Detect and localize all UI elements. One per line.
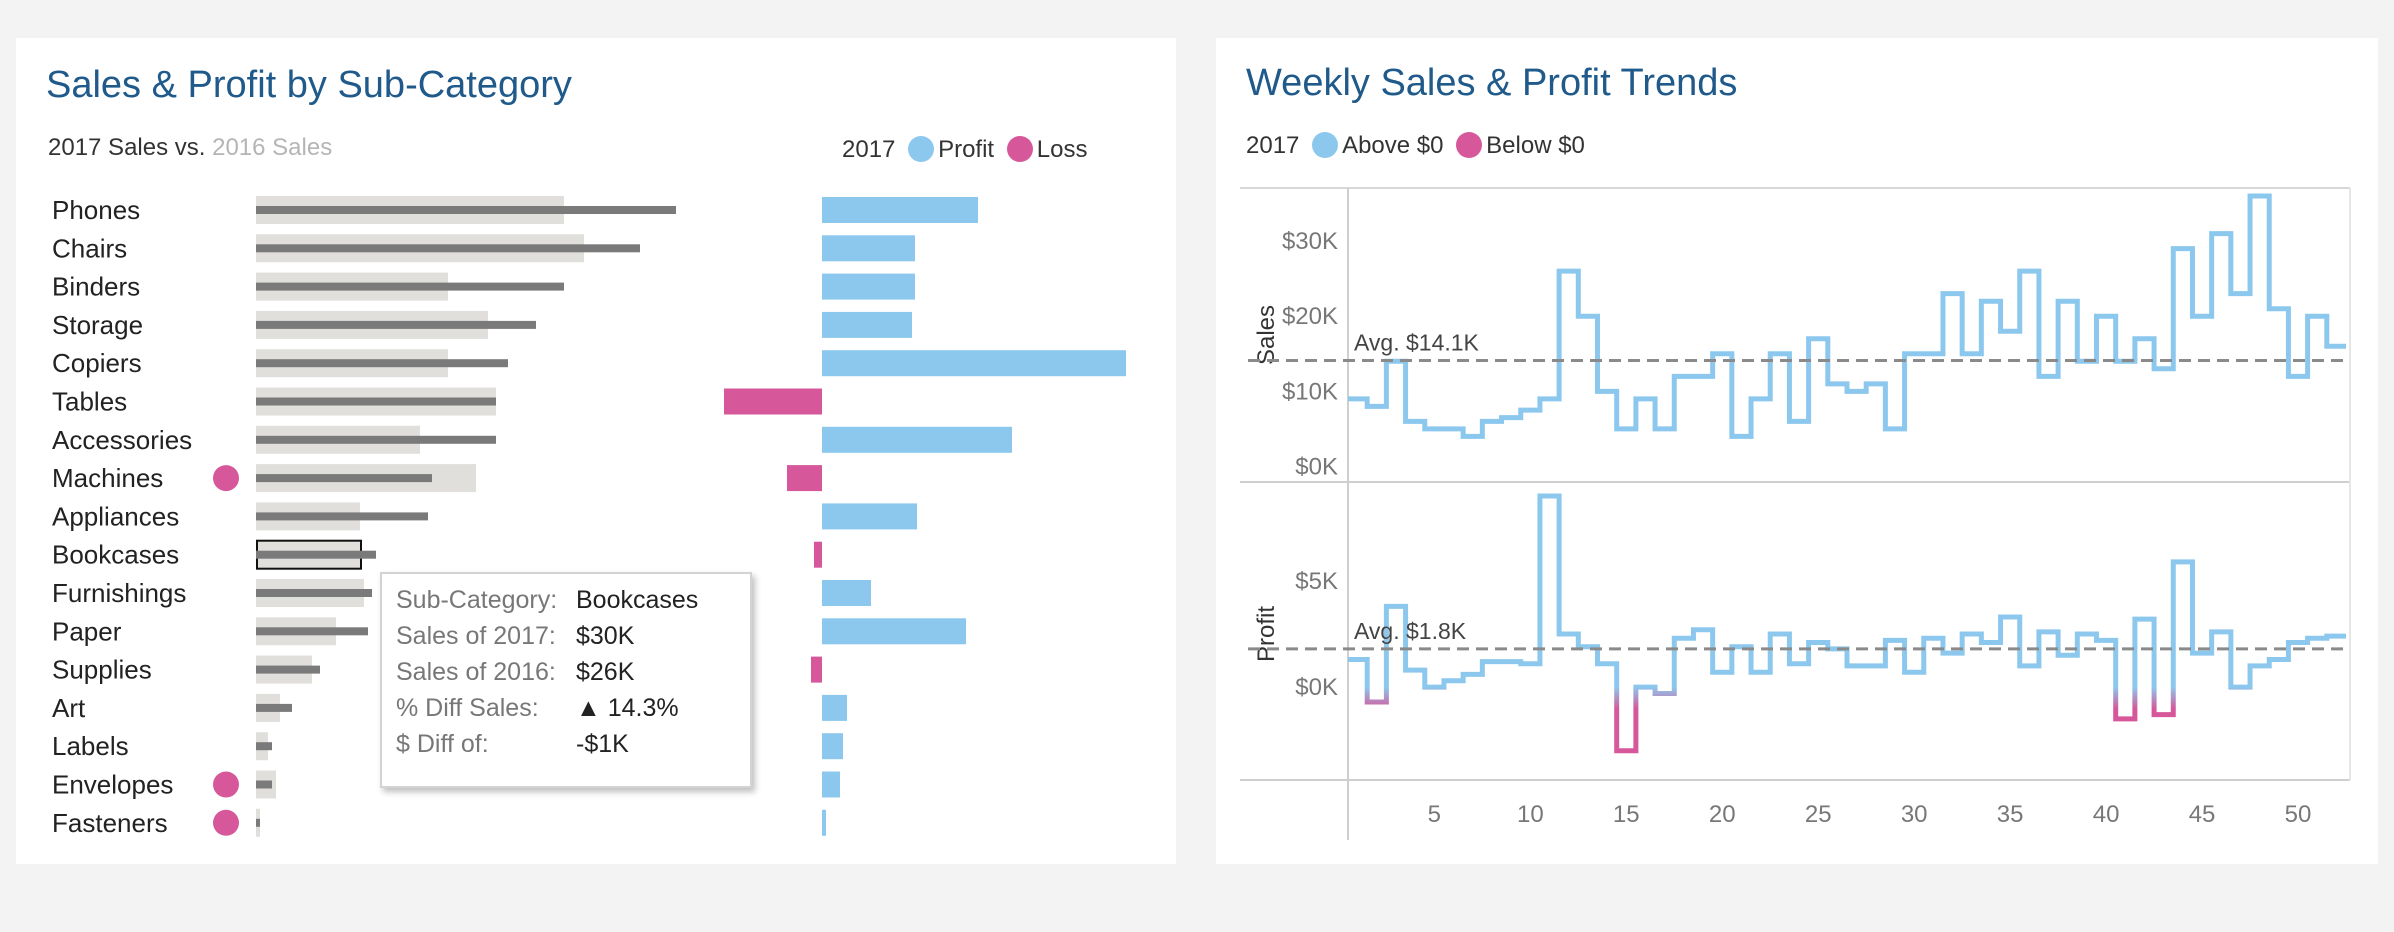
x-tick-label: 5 <box>1428 801 1441 828</box>
loss-bar <box>787 465 822 492</box>
loss-bar <box>811 656 822 683</box>
category-label: Labels <box>52 731 129 761</box>
profit-bar <box>822 809 826 836</box>
category-label: Paper <box>52 616 122 646</box>
tooltip-row: Sales of 2016: $26K <box>396 658 635 686</box>
category-label: Tables <box>52 387 127 417</box>
profit-bar <box>822 197 978 223</box>
profit-bar <box>822 426 1012 453</box>
loss-bar <box>814 541 822 568</box>
x-tick-label: 20 <box>1709 801 1736 828</box>
profit-bar <box>822 503 917 530</box>
sales-2017-bar <box>256 282 564 291</box>
sales-2017-bar <box>256 818 260 827</box>
profit-y-tick-label: $0K <box>1295 674 1338 701</box>
sales-y-tick-label: $0K <box>1295 453 1338 480</box>
sales-2017-bar <box>256 474 432 483</box>
x-tick-label: 40 <box>2093 801 2120 828</box>
category-label: Appliances <box>52 501 179 531</box>
tooltip-row: Sub-Category: Bookcases <box>396 586 699 614</box>
category-label: Envelopes <box>52 770 173 800</box>
sales-2017-bar <box>256 359 508 368</box>
sales-2017-bar <box>256 742 272 751</box>
profit-y-tick-label: $5K <box>1295 568 1338 595</box>
category-label: Machines <box>52 463 163 493</box>
profit-bar <box>822 580 871 606</box>
x-tick-label: 35 <box>1997 801 2024 828</box>
sales-y-tick-label: $20K <box>1282 303 1338 330</box>
profit-bar <box>822 350 1126 377</box>
category-label: Chairs <box>52 233 127 263</box>
category-label: Binders <box>52 272 140 302</box>
sales-2017-bar <box>256 244 640 253</box>
sales-2017-bar <box>256 397 496 406</box>
category-label: Accessories <box>52 425 192 455</box>
category-label: Storage <box>52 310 143 340</box>
sales-average-label: Avg. $14.1K <box>1354 330 1480 356</box>
profit-bar <box>822 733 843 760</box>
profit-step-line <box>1348 493 2346 754</box>
x-tick-label: 10 <box>1517 801 1544 828</box>
profit-bar <box>822 694 847 721</box>
sales-2017-bar <box>256 780 272 789</box>
sales-step-line <box>1348 193 2346 439</box>
sales-2017-bar <box>256 512 428 521</box>
tooltip-row: Sales of 2017: $30K <box>396 622 635 650</box>
x-tick-label: 30 <box>1901 801 1928 828</box>
tooltip-row: % Diff Sales: ▲ 14.3% <box>396 694 679 722</box>
profit-bar <box>822 311 912 338</box>
loss-marker <box>213 771 239 798</box>
weekly-trends-panel: Weekly Sales & Profit Trends 2017 Above … <box>1216 38 2378 864</box>
sales-2017-bar <box>256 665 320 674</box>
category-label: Furnishings <box>52 578 186 608</box>
tooltip: Sub-Category: Bookcases Sales of 2017: $30… <box>380 572 752 788</box>
category-label: Phones <box>52 195 140 225</box>
profit-axis-title: Profit <box>1253 606 1280 662</box>
category-label: Copiers <box>52 348 142 378</box>
profit-bar <box>822 771 840 798</box>
sales-y-tick-label: $30K <box>1282 228 1338 255</box>
sales-2017-bar <box>256 206 676 214</box>
x-tick-label: 45 <box>2189 801 2216 828</box>
loss-marker <box>213 465 239 492</box>
x-tick-label: 25 <box>1805 801 1832 828</box>
sales-profit-by-subcategory-panel: Sales & Profit by Sub-Category 2017 Sale… <box>16 38 1176 864</box>
sales-2017-bar <box>256 703 292 712</box>
tooltip-row: $ Diff of: -$1K <box>396 730 629 758</box>
weekly-trend-chart[interactable]: Sales $0K $10K $20K $30K Avg. $14.1K Profit $0K… <box>1216 38 2378 864</box>
category-label: Supplies <box>52 655 152 685</box>
profit-average-label: Avg. $1.8K <box>1354 618 1467 644</box>
category-label: Art <box>52 693 86 723</box>
sales-2017-bar <box>256 320 536 329</box>
sales-2017-bar <box>256 589 372 597</box>
profit-bar <box>822 273 915 300</box>
sales-axis-title: Sales <box>1253 305 1280 365</box>
profit-bar <box>822 618 966 645</box>
category-label: Bookcases <box>52 540 179 570</box>
loss-bar <box>724 388 822 415</box>
profit-bar <box>822 235 915 262</box>
x-tick-label: 15 <box>1613 801 1640 828</box>
sales-2017-bar <box>256 550 376 559</box>
loss-marker <box>213 809 239 836</box>
sales-2017-bar <box>256 627 368 636</box>
x-tick-label: 50 <box>2285 801 2312 828</box>
sales-2017-bar <box>256 435 496 444</box>
sales-y-tick-label: $10K <box>1282 378 1338 405</box>
category-label: Fasteners <box>52 808 168 838</box>
